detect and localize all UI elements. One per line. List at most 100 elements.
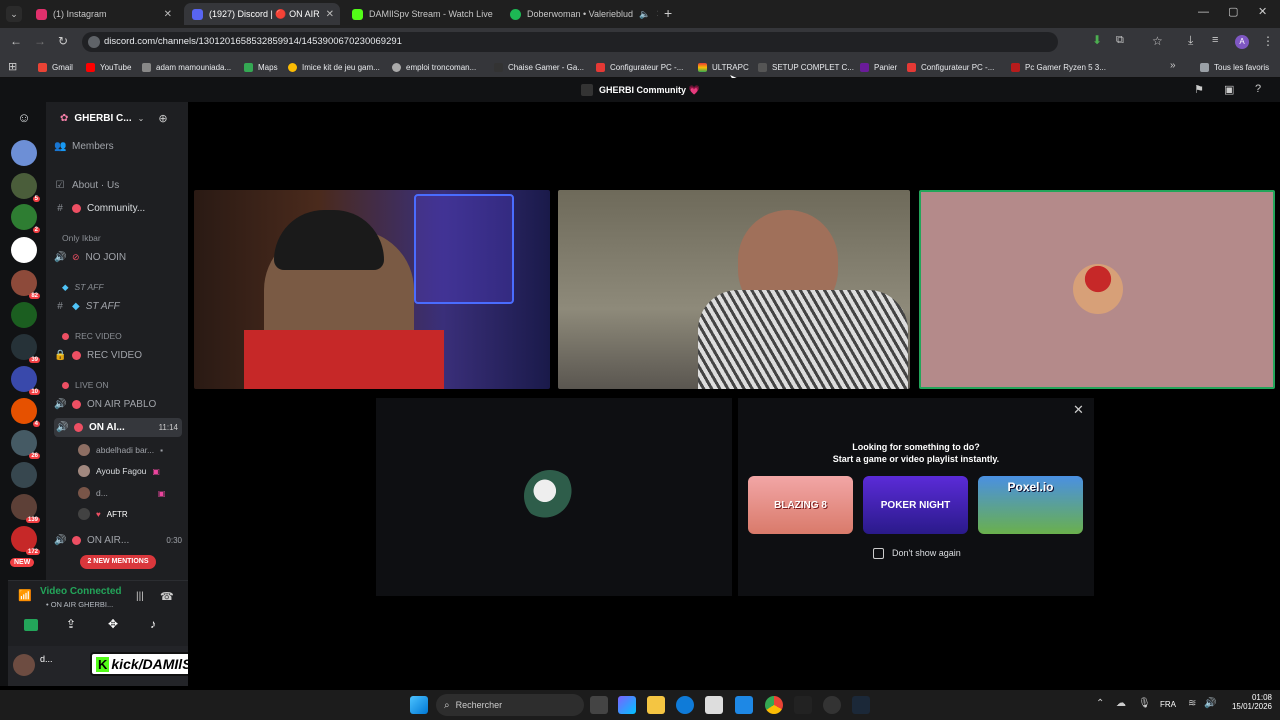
back-icon[interactable]: ← (10, 34, 22, 48)
close-icon[interactable]: ✕ (326, 9, 334, 20)
category-staff[interactable]: ◆ ST AFF (62, 278, 104, 296)
download-icon[interactable]: ⤓ (1188, 33, 1193, 48)
url-input[interactable]: discord.com/channels/1301201658532859914… (82, 32, 1058, 52)
bookmark-ultrapc[interactable]: ULTRAPC (698, 58, 749, 76)
network-tray-icon[interactable]: ☁ (1116, 698, 1126, 709)
channel-on-air-pablo[interactable]: 🔊 ON AIR PABLO (54, 395, 156, 413)
edge-icon[interactable] (676, 696, 694, 714)
close-icon[interactable]: ✕ (164, 9, 172, 20)
username[interactable]: d... (40, 654, 53, 664)
wifi-icon[interactable]: ≋ (1188, 698, 1196, 709)
outlook-icon[interactable] (735, 696, 753, 714)
discord-home-icon[interactable]: ☺ (11, 105, 37, 131)
bookmark-gmail[interactable]: Gmail (38, 58, 73, 76)
server-icon[interactable] (11, 237, 37, 263)
store-icon[interactable] (705, 696, 723, 714)
close-icon[interactable]: ✕ (656, 9, 658, 20)
video-tile[interactable] (194, 190, 550, 389)
channel-on-air-active[interactable]: 🔊 ON AI... 11:14 (54, 418, 182, 437)
channel-about[interactable]: ☑ About · Us (54, 176, 120, 194)
bookmark-panier[interactable]: Panier (860, 58, 897, 76)
chrome-icon[interactable] (765, 696, 783, 714)
minimize-button[interactable]: — (1198, 6, 1209, 18)
channel-staff[interactable]: # ◆ ST AFF (54, 297, 120, 315)
close-window-button[interactable]: ✕ (1258, 5, 1267, 18)
disconnect-icon[interactable]: ☎ (160, 590, 174, 603)
channel-community[interactable]: # Community... (54, 199, 145, 217)
avatar[interactable] (13, 654, 35, 676)
category-rec[interactable]: REC VIDEO (62, 327, 122, 345)
server-icon[interactable]: 172 (11, 526, 40, 555)
server-icon[interactable]: 2 (11, 204, 40, 233)
favorites-icon[interactable]: ☆ (1152, 34, 1163, 48)
tab-search-icon[interactable]: ≡ (1212, 34, 1218, 46)
server-icon[interactable]: 26 (11, 430, 40, 459)
voice-user[interactable]: abdelhadi bar... ▪ (78, 441, 163, 459)
inbox-icon[interactable]: ▣ (1224, 83, 1234, 96)
bookmark-pc-gamer[interactable]: Pc Gamer Ryzen 5 3... (1011, 58, 1106, 76)
more-bookmarks-icon[interactable]: » (1170, 60, 1176, 71)
server-icon[interactable]: 82 (11, 270, 40, 299)
close-icon[interactable]: ✕ (499, 9, 500, 20)
channel-on-air-2[interactable]: 🔊 ON AIR... 0:30 (54, 531, 182, 549)
bookmark-maps[interactable]: Maps (244, 58, 278, 76)
maximize-button[interactable]: ▢ (1228, 5, 1238, 18)
windows-start-icon[interactable] (410, 696, 428, 714)
extension-icon[interactable]: ⬇ (1092, 33, 1102, 47)
bookmark-imice[interactable]: Imice kit de jeu gam... (288, 58, 380, 76)
bookmark-adam[interactable]: adam mamouniada... (142, 58, 231, 76)
bookmark-emploi[interactable]: emploi troncoman... (392, 58, 476, 76)
camera-button[interactable] (24, 619, 38, 631)
voice-user[interactable]: ♥ AFTR (78, 505, 128, 523)
new-tab-button[interactable]: + (664, 5, 672, 21)
voice-user[interactable]: d... ▣ (78, 484, 165, 502)
channel-no-join[interactable]: 🔊 ⊘ NO JOIN (54, 248, 126, 266)
server-header[interactable]: ✿ GHERBI C... ⌄ ⊕ (46, 102, 188, 134)
server-icon[interactable]: 39 (11, 334, 40, 363)
voice-user[interactable]: Ayoub Fagou ▣ (78, 462, 160, 480)
members-link[interactable]: 👥 Members (54, 137, 114, 155)
tab-kick[interactable]: DAMIlSpv Stream - Watch Live ✕ (344, 3, 500, 25)
language-indicator[interactable]: FRA (1160, 700, 1176, 709)
soundboard-button[interactable]: ♪ (150, 617, 156, 631)
steam-icon[interactable] (852, 696, 870, 714)
task-view-icon[interactable] (590, 696, 608, 714)
close-icon[interactable]: ✕ (1073, 402, 1084, 418)
voice-channel-name[interactable]: • ON AIR GHERBI... (46, 600, 113, 609)
menu-icon[interactable]: ⋮ (1262, 34, 1274, 48)
bookmark-youtube[interactable]: YouTube (86, 58, 131, 76)
server-icon[interactable]: 139 (11, 494, 40, 523)
help-icon[interactable]: ? (1255, 83, 1261, 95)
game-card-blazing[interactable]: BLAZING 8 (748, 476, 853, 534)
bookmark-chaise[interactable]: Chaise Gamer - Ga... (494, 58, 584, 76)
clock[interactable]: 01:08 15/01/2026 (1222, 693, 1272, 711)
server-icon[interactable] (11, 462, 37, 488)
capcut-icon[interactable] (794, 696, 812, 714)
tray-chevron-icon[interactable]: ⌃ (1096, 698, 1104, 709)
site-info-icon[interactable] (88, 36, 100, 48)
dont-show-checkbox[interactable] (873, 548, 884, 559)
category-only[interactable]: Only Ikbar (62, 229, 101, 247)
video-tile-active[interactable] (919, 190, 1275, 389)
game-card-poker[interactable]: POKER NIGHT (863, 476, 968, 534)
server-icon[interactable]: 10 (11, 366, 40, 395)
all-favorites[interactable]: Tous les favoris (1200, 58, 1269, 76)
taskbar-search[interactable]: ⌕ Rechercher (436, 694, 584, 716)
category-live[interactable]: LIVE ON (62, 376, 109, 394)
profile-avatar[interactable]: A (1235, 35, 1249, 49)
activities-button[interactable]: ✥ (108, 617, 118, 631)
tab-discord[interactable]: (1927) Discord | 🔴 ON AIR ✕ (184, 3, 340, 25)
bookmark-configurateur-1[interactable]: Configurateur PC -... (596, 58, 683, 76)
mic-tray-icon[interactable]: 🎙 (1138, 698, 1151, 709)
extensions-puzzle-icon[interactable]: ⧉ (1116, 34, 1124, 47)
copilot-icon[interactable] (618, 696, 636, 714)
tab-instagram[interactable]: (1) Instagram ✕ (28, 3, 180, 25)
video-tile-empty[interactable] (376, 398, 732, 596)
volume-icon[interactable]: 🔊 (1204, 698, 1216, 709)
game-card-poxel[interactable]: Poxel.io (978, 476, 1083, 534)
bookmark-setup[interactable]: SETUP COMPLET C... (758, 58, 854, 76)
obs-icon[interactable] (823, 696, 841, 714)
forward-icon[interactable]: → (34, 34, 46, 48)
invite-icon[interactable]: ⊕ (158, 112, 167, 125)
flag-icon[interactable]: ⚑ (1194, 83, 1204, 96)
